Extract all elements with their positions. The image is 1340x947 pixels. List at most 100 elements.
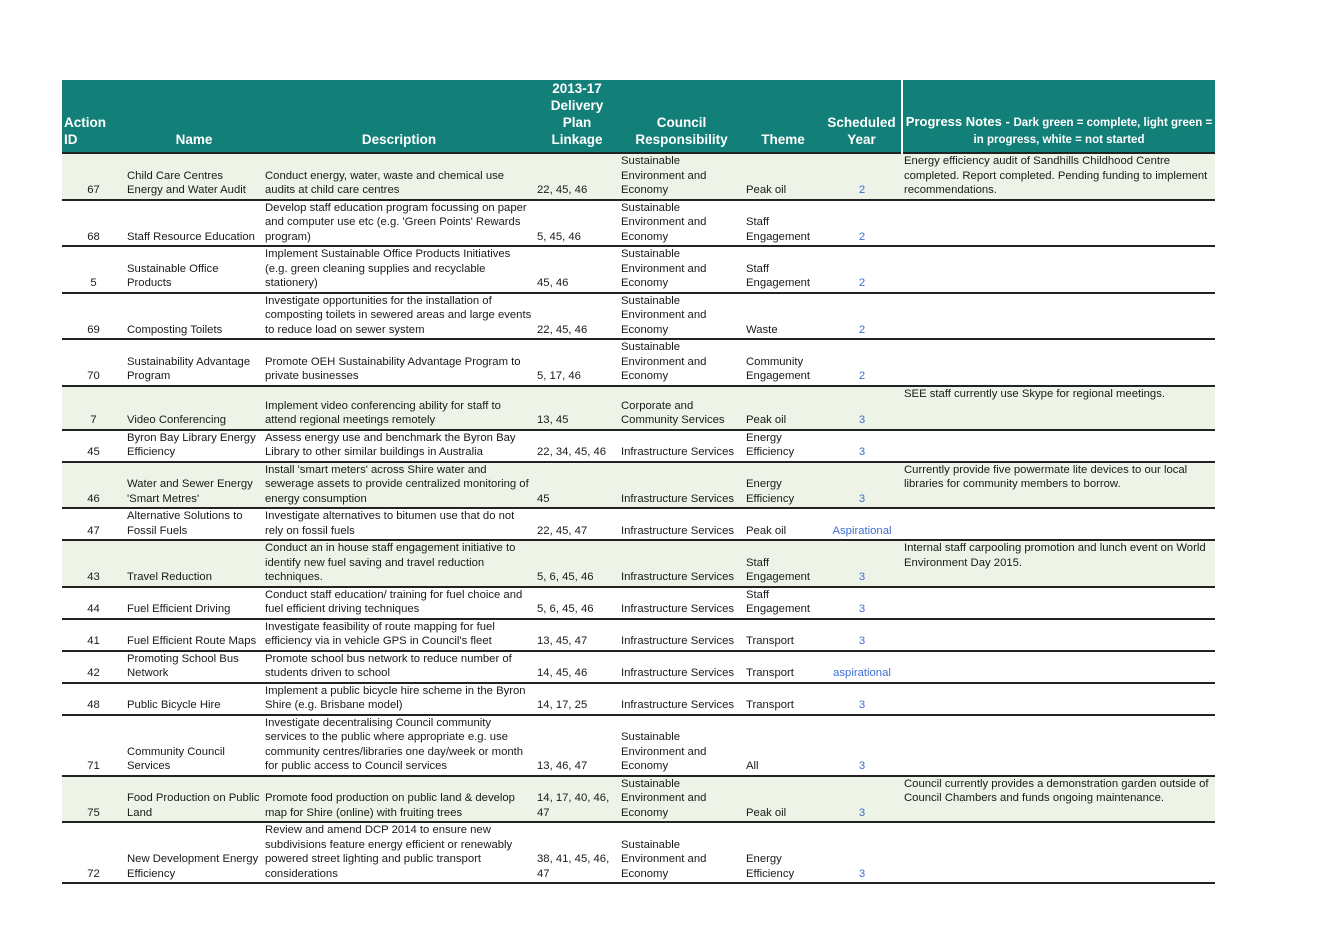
- description-cell: Investigate decentralising Council commu…: [263, 714, 535, 777]
- theme-cell: Energy Efficiency: [744, 461, 822, 509]
- action-id-cell: 45: [62, 429, 125, 463]
- header-plan-linkage: 2013-17 Delivery Plan Linkage: [535, 80, 619, 153]
- action-id-cell: 44: [62, 586, 125, 620]
- description-cell: Promote OEH Sustainability Advantage Pro…: [263, 339, 535, 387]
- responsibility-cell: Sustainable Environment and Economy: [619, 199, 744, 247]
- name-cell: Byron Bay Library Energy Efficiency: [125, 429, 263, 463]
- theme-cell: Staff Engagement: [744, 586, 822, 620]
- description-cell: Investigate feasibility of route mapping…: [263, 618, 535, 652]
- description-cell: Review and amend DCP 2014 to ensure new …: [263, 822, 535, 884]
- description-cell: Investigate alternatives to bitumen use …: [263, 508, 535, 541]
- action-id-cell: 69: [62, 292, 125, 340]
- progress-notes-cell: Internal staff carpooling promotion and …: [902, 540, 1215, 588]
- plan-linkage-cell: 38, 41, 45, 46, 47: [535, 822, 619, 884]
- scheduled-year-cell: 3: [822, 682, 902, 716]
- scheduled-year-cell: 3: [822, 429, 902, 463]
- responsibility-cell: Sustainable Environment and Economy: [619, 775, 744, 823]
- theme-cell: Transport: [744, 682, 822, 716]
- name-cell: Composting Toilets: [125, 292, 263, 340]
- plan-linkage-cell: 14, 45, 46: [535, 650, 619, 684]
- description-cell: Conduct an in house staff engagement ini…: [263, 540, 535, 588]
- responsibility-cell: Sustainable Environment and Economy: [619, 339, 744, 387]
- description-cell: Promote school bus network to reduce num…: [263, 650, 535, 684]
- scheduled-year-cell: 3: [822, 540, 902, 588]
- theme-cell: All: [744, 714, 822, 777]
- plan-linkage-cell: 14, 17, 25: [535, 682, 619, 716]
- table-row: 48 Public Bicycle Hire Implement a public …: [62, 682, 1215, 716]
- action-id-cell: 48: [62, 682, 125, 716]
- scheduled-year-cell: 2: [822, 339, 902, 387]
- name-cell: Sustainability Advantage Program: [125, 339, 263, 387]
- name-cell: Video Conferencing: [125, 385, 263, 431]
- scheduled-year-cell: 3: [822, 714, 902, 777]
- description-cell: Conduct energy, water, waste and chemica…: [263, 152, 535, 201]
- scheduled-year-cell: aspirational: [822, 650, 902, 684]
- table-row: 5 Sustainable Office Products Implement Su…: [62, 246, 1215, 294]
- action-id-cell: 75: [62, 775, 125, 823]
- plan-linkage-cell: 13, 45: [535, 385, 619, 431]
- action-id-cell: 67: [62, 152, 125, 201]
- theme-cell: Transport: [744, 618, 822, 652]
- table-row: 72 New Development Energy Efficiency Revie…: [62, 822, 1215, 884]
- description-cell: Assess energy use and benchmark the Byro…: [263, 429, 535, 463]
- header-responsibility: Council Responsibility: [619, 80, 744, 153]
- name-cell: Alternative Solutions to Fossil Fuels: [125, 508, 263, 541]
- table-body: 67 Child Care Centres Energy and Water Au…: [62, 152, 1215, 884]
- action-id-cell: 72: [62, 822, 125, 884]
- theme-cell: Energy Efficiency: [744, 822, 822, 884]
- progress-notes-cell: SEE staff currently use Skype for region…: [902, 385, 1215, 431]
- progress-notes-cell: [902, 714, 1215, 777]
- action-id-cell: 70: [62, 339, 125, 387]
- table-row: 70 Sustainability Advantage Program Promot…: [62, 339, 1215, 387]
- theme-cell: Peak oil: [744, 508, 822, 541]
- action-id-cell: 5: [62, 246, 125, 294]
- header-scheduled-year: Scheduled Year: [822, 80, 902, 153]
- table-row: 69 Composting Toilets Investigate opportun…: [62, 292, 1215, 340]
- progress-notes-cell: [902, 650, 1215, 684]
- plan-linkage-cell: 5, 6, 45, 46: [535, 586, 619, 620]
- table-header: Action ID Name Description 2013-17 Deliv…: [62, 80, 1215, 153]
- theme-cell: Staff Engagement: [744, 540, 822, 588]
- header-progress-notes: Progress Notes - Dark green = complete, …: [901, 80, 1215, 153]
- progress-notes-cell: [902, 508, 1215, 541]
- scheduled-year-cell: 2: [822, 292, 902, 340]
- progress-notes-cell: Council currently provides a demonstrati…: [902, 775, 1215, 823]
- scheduled-year-cell: 3: [822, 461, 902, 509]
- description-cell: Implement video conferencing ability for…: [263, 385, 535, 431]
- theme-cell: Staff Engagement: [744, 199, 822, 247]
- plan-linkage-cell: 22, 34, 45, 46: [535, 429, 619, 463]
- name-cell: Public Bicycle Hire: [125, 682, 263, 716]
- action-id-cell: 42: [62, 650, 125, 684]
- responsibility-cell: Sustainable Environment and Economy: [619, 714, 744, 777]
- header-description: Description: [263, 80, 535, 153]
- name-cell: Promoting School Bus Network: [125, 650, 263, 684]
- theme-cell: Energy Efficiency: [744, 429, 822, 463]
- action-plan-table-container: Action ID Name Description 2013-17 Deliv…: [62, 80, 1215, 884]
- responsibility-cell: Sustainable Environment and Economy: [619, 246, 744, 294]
- plan-linkage-cell: 5, 17, 46: [535, 339, 619, 387]
- responsibility-cell: Infrastructure Services: [619, 508, 744, 541]
- action-id-cell: 41: [62, 618, 125, 652]
- plan-linkage-cell: 5, 6, 45, 46: [535, 540, 619, 588]
- scheduled-year-cell: 3: [822, 618, 902, 652]
- progress-notes-cell: [902, 682, 1215, 716]
- progress-notes-cell: Energy efficiency audit of Sandhills Chi…: [902, 152, 1215, 201]
- responsibility-cell: Infrastructure Services: [619, 429, 744, 463]
- table-row: 42 Promoting School Bus Network Promote sc…: [62, 650, 1215, 684]
- action-id-cell: 47: [62, 508, 125, 541]
- table-row: 67 Child Care Centres Energy and Water Au…: [62, 152, 1215, 201]
- scheduled-year-cell: 3: [822, 822, 902, 884]
- theme-cell: Peak oil: [744, 385, 822, 431]
- description-cell: Promote food production on public land &…: [263, 775, 535, 823]
- theme-cell: Peak oil: [744, 775, 822, 823]
- table-row: 45 Byron Bay Library Energy Efficiency Ass…: [62, 429, 1215, 463]
- progress-notes-cell: [902, 199, 1215, 247]
- scheduled-year-cell: 2: [822, 199, 902, 247]
- name-cell: Staff Resource Education: [125, 199, 263, 247]
- table-row: 43 Travel Reduction Conduct an in house st…: [62, 540, 1215, 588]
- scheduled-year-cell: 3: [822, 385, 902, 431]
- header-name: Name: [125, 80, 263, 153]
- name-cell: Travel Reduction: [125, 540, 263, 588]
- plan-linkage-cell: 22, 45, 46: [535, 152, 619, 201]
- table-row: 7 Video Conferencing Implement video confe…: [62, 385, 1215, 431]
